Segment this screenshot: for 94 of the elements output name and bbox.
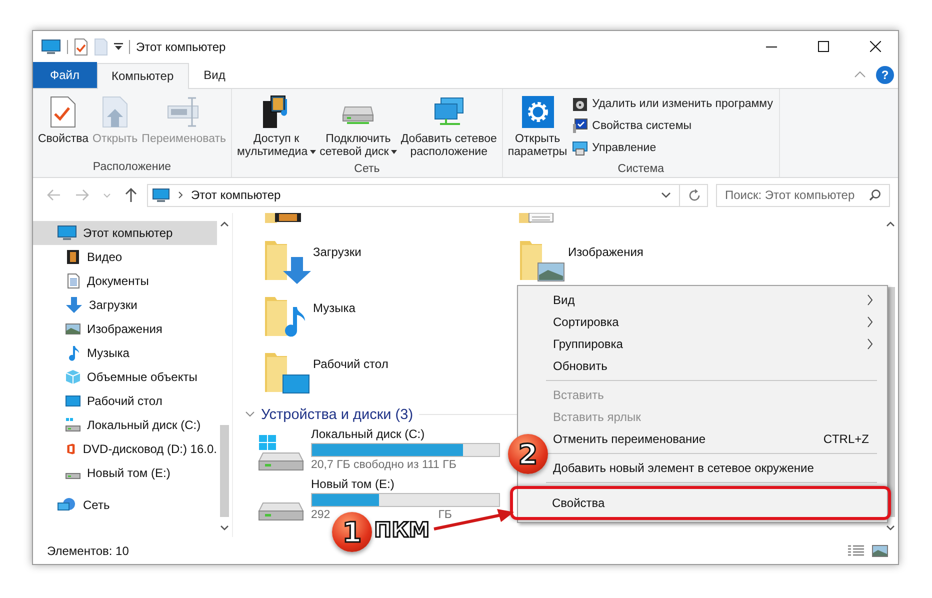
ribbon-button[interactable]: Подключить сетевой диск xyxy=(318,92,398,161)
settings-icon xyxy=(522,96,554,128)
system-drive-icon xyxy=(65,416,81,433)
callout-label: ПКМ xyxy=(374,518,430,542)
folder-item[interactable]: Загрузки xyxy=(263,236,518,287)
cube-icon xyxy=(65,368,81,385)
details-view-icon[interactable] xyxy=(848,544,864,557)
ribbon-button[interactable]: Добавить сетевое расположение xyxy=(400,92,498,161)
picture-icon xyxy=(65,320,81,337)
chevron-icon[interactable] xyxy=(245,411,255,418)
sidebar-item[interactable]: Локальный диск (C:) xyxy=(33,412,217,437)
refresh-icon[interactable] xyxy=(688,188,701,202)
computer-icon xyxy=(57,224,77,241)
group-header[interactable]: Устройства и диски (3) xyxy=(261,406,414,423)
submenu-chevron-icon xyxy=(867,316,873,328)
folder-item[interactable]: Изображения xyxy=(518,236,773,287)
disc-box-icon xyxy=(572,96,588,112)
hard-drive-icon xyxy=(65,472,81,479)
network-icon xyxy=(57,496,77,513)
window-title: Этот компьютер xyxy=(136,40,226,54)
group-label: Система xyxy=(616,162,666,177)
drive-name[interactable]: Новый том (E:) xyxy=(311,476,500,491)
submenu-chevron-icon xyxy=(867,294,873,306)
document-icon xyxy=(65,272,81,289)
ribbon-button[interactable]: Открыть параметры xyxy=(506,92,568,161)
checklist-page-icon xyxy=(50,96,76,128)
folder-item[interactable]: Музыка xyxy=(263,292,518,343)
ribbon-tab[interactable]: Файл xyxy=(33,62,97,88)
scroll-thumb[interactable] xyxy=(220,425,229,518)
text-cursor-icon xyxy=(166,96,201,128)
sidebar-item[interactable]: Рабочий стол xyxy=(33,388,217,413)
scroll-up-icon[interactable] xyxy=(220,220,229,227)
ribbon-tab[interactable]: Вид xyxy=(188,62,240,88)
menu-item[interactable]: Свойства xyxy=(552,492,888,514)
sidebar-item[interactable]: Изображения xyxy=(33,316,217,341)
film-icon xyxy=(65,248,81,265)
search-field[interactable]: Поиск: Этот компьютер xyxy=(716,184,890,207)
sidebar-item[interactable]: Сеть xyxy=(33,492,217,517)
sidebar-item[interactable]: Видео xyxy=(33,244,217,269)
sidebar-item[interactable]: Объемные объекты xyxy=(33,364,217,389)
sidebar-item[interactable]: Новый том (E:) xyxy=(33,460,217,485)
folder-item[interactable]: Рабочий стол xyxy=(263,348,518,399)
caret-icon xyxy=(390,150,397,154)
ribbon-tab[interactable]: Компьютер xyxy=(96,63,189,89)
ribbon-button[interactable]: Доступ к мультимедиа xyxy=(236,92,317,161)
menu-item[interactable]: Вид xyxy=(553,289,887,311)
dropdown-icon[interactable] xyxy=(114,42,123,50)
sidebar-item[interactable]: Загрузки xyxy=(33,292,217,317)
drive-name[interactable]: Локальный диск (C:) xyxy=(311,426,500,441)
group-label: Расположение xyxy=(92,160,172,175)
submenu-chevron-icon xyxy=(867,338,873,350)
monitor-check-icon xyxy=(572,118,588,134)
menu-item[interactable]: Отменить переименование CTRL+Z xyxy=(553,428,887,450)
menu-item[interactable]: Добавить новый элемент в сетевое окружение xyxy=(553,457,887,479)
close-icon xyxy=(870,41,880,52)
sidebar-item[interactable]: Документы xyxy=(33,268,217,293)
up-arrow-icon[interactable] xyxy=(125,188,137,202)
caret-icon xyxy=(310,150,316,154)
ribbon-button[interactable]: Свойства xyxy=(37,92,90,159)
computer-icon xyxy=(41,38,61,54)
sidebar-item[interactable]: DVD-дисковод (D:) 16.0. xyxy=(33,436,217,461)
collapse-ribbon-icon[interactable] xyxy=(854,71,866,78)
dropdown-icon[interactable] xyxy=(661,192,671,198)
chevron-icon xyxy=(178,191,183,200)
menu-item[interactable]: Группировка xyxy=(553,333,887,355)
menu-item[interactable]: Обновить xyxy=(553,355,887,377)
scroll-up-icon[interactable] xyxy=(886,220,895,227)
scroll-down-icon[interactable] xyxy=(220,525,229,532)
address-field[interactable]: Этот компьютер xyxy=(147,184,708,207)
search-icon xyxy=(869,189,881,202)
menu-item[interactable]: Сортировка xyxy=(553,311,887,333)
desktop-icon xyxy=(65,392,81,409)
free-space-text: ГБ xyxy=(438,508,452,521)
free-space-text: 292 xyxy=(311,508,330,521)
page-arrow-icon xyxy=(102,96,128,128)
large-icons-view-icon[interactable] xyxy=(872,544,888,557)
free-space-text: 20,7 ГБ свободно из 111 ГБ xyxy=(311,458,456,471)
sidebar-item[interactable]: Этот компьютер xyxy=(33,220,217,245)
status-text: Элементов: 10 xyxy=(47,544,129,558)
ribbon-button[interactable]: Удалить или изменить программу xyxy=(570,94,775,114)
maximize-icon xyxy=(818,41,828,52)
scroll-down-icon[interactable] xyxy=(886,525,895,532)
hard-drive-icon[interactable] xyxy=(257,434,305,471)
group-label: Сеть xyxy=(353,162,381,177)
sidebar-item[interactable]: Музыка xyxy=(33,340,217,365)
computer-icon xyxy=(152,188,170,203)
download-icon xyxy=(65,296,83,313)
computer-management-icon xyxy=(572,140,588,156)
minimize-icon xyxy=(766,46,776,48)
network-monitors-icon xyxy=(432,96,466,128)
ribbon-button[interactable]: Управление xyxy=(570,138,775,158)
ribbon-button[interactable]: Свойства системы xyxy=(570,116,775,136)
help-button[interactable]: ? xyxy=(876,66,894,84)
properties-icon[interactable] xyxy=(74,38,88,56)
